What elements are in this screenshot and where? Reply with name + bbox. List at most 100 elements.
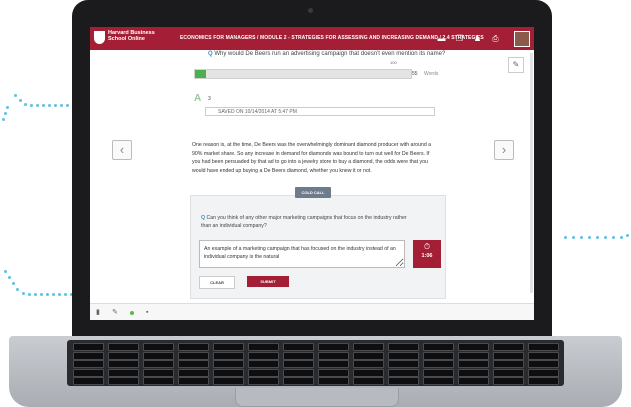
keyboard-key — [423, 377, 454, 385]
keyboard-key — [353, 368, 384, 377]
keyboard-key — [493, 351, 524, 360]
keyboard-key — [388, 343, 419, 351]
keyboard-key — [458, 343, 489, 351]
keyboard-key — [213, 360, 244, 368]
keyboard-key — [108, 377, 139, 385]
laptop-lid: Harvard Business School Online ECONOMICS… — [72, 0, 552, 336]
scrollbar[interactable] — [530, 53, 533, 293]
keyboard-key — [108, 351, 139, 360]
keyboard-key — [528, 343, 559, 351]
keyboard-key — [458, 377, 489, 385]
question-1-text: Why would De Beers run an advertising ca… — [214, 51, 446, 57]
keyboard-key — [73, 368, 104, 377]
keyboard-key — [73, 343, 104, 351]
keyboard-key — [423, 343, 454, 351]
keyboard-key — [178, 368, 209, 377]
chat-icon[interactable]: ▪ — [146, 308, 148, 317]
keyboard-key — [388, 368, 419, 377]
keyboard-key — [528, 368, 559, 377]
keyboard-key — [388, 377, 419, 385]
keyboard-key — [528, 377, 559, 385]
hbs-shield-icon — [94, 31, 105, 44]
keyboard-key — [318, 343, 349, 351]
keyboard — [67, 340, 564, 386]
keyboard-key — [73, 360, 104, 368]
keyboard-key — [458, 351, 489, 360]
decorative-dots-right — [560, 230, 631, 242]
question-icon: Q — [201, 215, 206, 221]
keyboard-key — [458, 360, 489, 368]
keyboard-key — [318, 368, 349, 377]
keyboard-key — [283, 377, 314, 385]
keyboard-key — [213, 368, 244, 377]
keyboard-key — [353, 351, 384, 360]
question-1: Q Why would De Beers run an advertising … — [208, 51, 445, 57]
keyboard-key — [178, 377, 209, 385]
cold-call-answer-input[interactable]: An example of a marketing campaign that … — [199, 240, 405, 268]
pencil-icon[interactable]: ✎ — [112, 308, 118, 317]
next-page-button[interactable]: › — [494, 140, 514, 160]
screen-icon[interactable]: ▬ — [437, 34, 446, 43]
submit-button[interactable]: SUBMIT — [247, 276, 289, 287]
keyboard-key — [493, 360, 524, 368]
keyboard-key — [283, 343, 314, 351]
keyboard-key — [108, 360, 139, 368]
people-icon[interactable]: ♟ — [473, 34, 482, 43]
hbs-logo-text[interactable]: Harvard Business School Online — [108, 30, 156, 42]
laptop-screen: Harvard Business School Online ECONOMICS… — [90, 27, 534, 320]
keyboard-key — [423, 351, 454, 360]
slider-value: 55 — [412, 71, 418, 77]
keyboard-key — [178, 343, 209, 351]
word-count-slider[interactable] — [194, 69, 412, 79]
keyboard-key — [388, 360, 419, 368]
bottom-toolbar: ▮ ✎ ▪ — [90, 303, 534, 320]
keyboard-key — [353, 377, 384, 385]
keyboard-key — [248, 377, 279, 385]
cold-call-panel: Q Can you think of any other major marke… — [190, 195, 446, 299]
lesson-paragraph: One reason is, at the time, De Beers was… — [192, 142, 432, 174]
question-icon: Q — [208, 51, 213, 57]
keyboard-key — [213, 377, 244, 385]
trackpad — [235, 388, 399, 407]
keyboard-key — [248, 343, 279, 351]
keyboard-key — [143, 351, 174, 360]
notes-icon[interactable]: ❐ — [455, 34, 464, 43]
keyboard-key — [108, 368, 139, 377]
print-icon[interactable]: ⎙ — [491, 34, 500, 43]
keyboard-key — [458, 368, 489, 377]
keyboard-key — [248, 368, 279, 377]
keyboard-key — [283, 368, 314, 377]
keyboard-key — [178, 360, 209, 368]
keyboard-key — [493, 368, 524, 377]
keyboard-key — [528, 351, 559, 360]
slider-unit: Words — [424, 71, 439, 77]
keyboard-key — [248, 351, 279, 360]
keyboard-key — [108, 343, 139, 351]
stopwatch-icon: ⏱ — [423, 242, 431, 251]
keyboard-key — [388, 351, 419, 360]
slider-fill — [195, 70, 206, 78]
keyboard-key — [178, 351, 209, 360]
edit-notes-icon[interactable]: ✎ — [508, 57, 524, 73]
bookmark-icon[interactable]: ▮ — [96, 308, 100, 317]
keyboard-key — [493, 343, 524, 351]
keyboard-key — [423, 360, 454, 368]
keyboard-key — [528, 360, 559, 368]
cold-call-question-text: Can you think of any other major marketi… — [201, 215, 407, 230]
prev-page-button[interactable]: ‹ — [112, 140, 132, 160]
countdown-timer: ⏱ 1:06 — [413, 240, 441, 268]
clear-button[interactable]: CLEAR — [199, 276, 235, 289]
keyboard-key — [73, 377, 104, 385]
laptop-base — [9, 336, 622, 407]
keyboard-key — [143, 377, 174, 385]
user-avatar[interactable] — [514, 31, 530, 47]
cold-call-question: Q Can you think of any other major marke… — [201, 214, 415, 231]
keyboard-key — [318, 360, 349, 368]
keyboard-key — [353, 360, 384, 368]
app-header: Harvard Business School Online ECONOMICS… — [90, 27, 534, 50]
keyboard-key — [283, 360, 314, 368]
online-status-icon — [130, 311, 134, 315]
keyboard-key — [213, 343, 244, 351]
keyboard-key — [283, 351, 314, 360]
cold-call-badge: COLD CALL — [295, 187, 331, 198]
